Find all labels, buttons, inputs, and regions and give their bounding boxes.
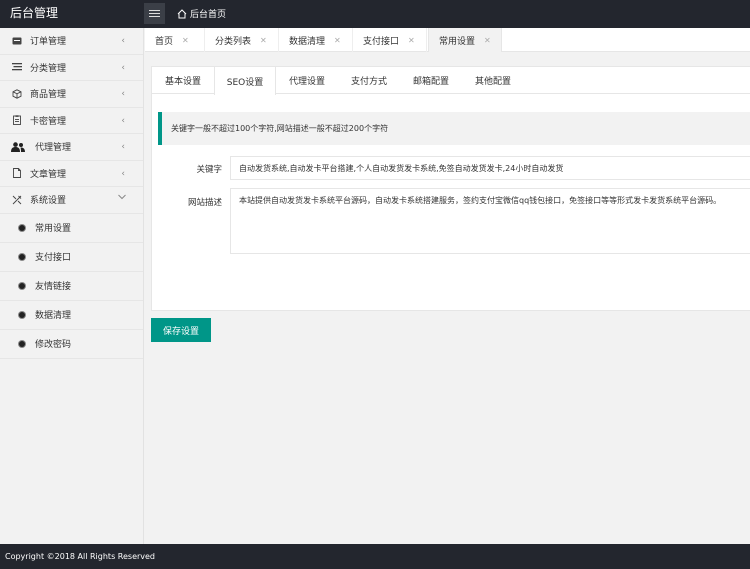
tab-agent-settings[interactable]: 代理设置 <box>276 67 338 94</box>
sidebar-subitem-label: 修改密码 <box>35 340 72 350</box>
home-icon <box>177 8 187 18</box>
tab-label: 数据清理 <box>289 36 326 47</box>
close-icon[interactable]: ✕ <box>484 36 491 45</box>
settings-icon <box>11 194 22 205</box>
subtab-label: 代理设置 <box>288 77 325 87</box>
cube-icon <box>11 88 22 99</box>
keywords-input[interactable]: 自动发货系统,自动发卡平台搭建,个人自动发货发卡系统,免签自动发货发卡,24小时… <box>230 156 750 180</box>
sidebar-item-label: 分类管理 <box>30 63 67 74</box>
chevron-left-icon: ‹ <box>121 89 125 99</box>
tab-data-cleanup[interactable]: 数据清理 ✕ <box>279 28 353 52</box>
description-value: 本站提供自动发货发卡系统平台源码，自动发卡系统搭建服务，签约支付宝微信qq钱包接… <box>239 196 722 205</box>
home-link-label: 后台首页 <box>190 10 227 20</box>
close-icon[interactable]: ✕ <box>408 36 415 45</box>
sidebar-subitem-label: 常用设置 <box>35 224 72 234</box>
sidebar-subitem-links[interactable]: 友情链接 <box>0 272 143 301</box>
save-button[interactable]: 保存设置 <box>151 318 211 342</box>
close-icon[interactable]: ✕ <box>182 36 189 45</box>
sidebar-item-products[interactable]: 商品管理 ‹ <box>0 81 143 108</box>
keywords-label: 关键字 <box>196 165 222 175</box>
users-icon <box>11 141 25 152</box>
bullet-icon <box>19 282 25 289</box>
sidebar-item-agents[interactable]: 代理管理 ‹ <box>0 134 143 161</box>
tab-label: 分类列表 <box>215 36 252 47</box>
sidebar: 订单管理 ‹ 分类管理 ‹ 商品管理 ‹ 卡密管理 ‹ 代理管理 ‹ 文章管理 … <box>0 28 144 544</box>
sidebar-item-label: 代理管理 <box>35 143 72 154</box>
tab-email-config[interactable]: 邮箱配置 <box>400 67 462 94</box>
chevron-left-icon: ‹ <box>121 62 125 73</box>
notice-banner: 关键字一般不超过100个字符,网站描述一般不超过200个字符 <box>158 112 750 145</box>
chevron-down-icon <box>118 193 126 203</box>
tab-label: 支付接口 <box>363 36 400 47</box>
subtab-label: 基本设置 <box>164 77 201 87</box>
chevron-left-icon: ‹ <box>121 142 125 152</box>
card-icon <box>11 115 22 126</box>
bullet-icon <box>19 253 25 260</box>
description-label: 网站描述 <box>187 198 222 208</box>
bullet-icon <box>19 311 25 318</box>
tab-category-list[interactable]: 分类列表 ✕ <box>205 28 279 52</box>
sidebar-subitem-label: 友情链接 <box>35 282 72 292</box>
tab-common-settings[interactable]: 常用设置 ✕ <box>428 28 502 52</box>
description-textarea[interactable]: 本站提供自动发货发卡系统平台源码，自动发卡系统搭建服务，签约支付宝微信qq钱包接… <box>230 188 750 254</box>
hamburger-icon <box>149 9 160 18</box>
sidebar-item-label: 文章管理 <box>30 169 67 180</box>
sidebar-item-articles[interactable]: 文章管理 ‹ <box>0 161 143 187</box>
sidebar-subitem-change-password[interactable]: 修改密码 <box>0 330 143 359</box>
tab-label: 常用设置 <box>439 36 476 47</box>
list-icon <box>11 62 22 73</box>
close-icon[interactable]: ✕ <box>334 36 341 45</box>
sidebar-item-orders[interactable]: 订单管理 ‹ <box>0 28 143 55</box>
subtab-label: SEO设置 <box>226 77 264 88</box>
sidebar-subitem-data-cleanup[interactable]: 数据清理 <box>0 301 143 330</box>
document-icon <box>11 168 22 179</box>
subtab-label: 邮箱配置 <box>412 77 449 87</box>
tab-other-config[interactable]: 其他配置 <box>462 67 524 94</box>
settings-card: 基本设置 SEO设置 代理设置 支付方式 邮箱配置 其他配置 关键字一般不超过1… <box>151 66 750 311</box>
sidebar-item-label: 卡密管理 <box>30 116 67 127</box>
notice-text: 关键字一般不超过100个字符,网站描述一般不超过200个字符 <box>171 124 389 133</box>
tab-payment-methods[interactable]: 支付方式 <box>338 67 400 94</box>
sidebar-item-categories[interactable]: 分类管理 ‹ <box>0 55 143 81</box>
sidebar-item-system-settings[interactable]: 系统设置 <box>0 187 143 214</box>
page-tab-bar: 首页 ✕ 分类列表 ✕ 数据清理 ✕ 支付接口 ✕ 常用设置 ✕ <box>145 28 750 52</box>
sidebar-item-label: 订单管理 <box>30 37 67 48</box>
main-content: 基本设置 SEO设置 代理设置 支付方式 邮箱配置 其他配置 关键字一般不超过1… <box>145 53 750 544</box>
sidebar-subitem-payment[interactable]: 支付接口 <box>0 243 143 272</box>
chevron-left-icon: ‹ <box>121 36 125 46</box>
chevron-left-icon: ‹ <box>121 168 125 179</box>
close-icon[interactable]: ✕ <box>260 36 267 45</box>
tab-seo-settings[interactable]: SEO设置 <box>214 67 276 95</box>
footer: Copyright ©2018 All Rights Reserved <box>0 544 750 569</box>
order-icon <box>11 35 22 46</box>
sidebar-item-label: 商品管理 <box>30 90 67 101</box>
sidebar-subitem-label: 支付接口 <box>35 253 72 263</box>
chevron-left-icon: ‹ <box>121 115 125 126</box>
subtab-label: 其他配置 <box>474 77 511 87</box>
tab-payment[interactable]: 支付接口 ✕ <box>353 28 427 52</box>
sidebar-subitem-common-settings[interactable]: 常用设置 <box>0 214 143 243</box>
bullet-icon <box>19 224 25 231</box>
keywords-value: 自动发货系统,自动发卡平台搭建,个人自动发货发卡系统,免签自动发货发卡,24小时… <box>239 163 564 173</box>
bullet-icon <box>19 340 25 347</box>
menu-toggle-button[interactable] <box>144 3 165 24</box>
sidebar-item-cards[interactable]: 卡密管理 ‹ <box>0 108 143 134</box>
settings-tab-bar: 基本设置 SEO设置 代理设置 支付方式 邮箱配置 其他配置 <box>152 67 750 95</box>
sidebar-item-label: 系统设置 <box>30 196 67 207</box>
sidebar-subitem-label: 数据清理 <box>35 311 72 321</box>
copyright-text: Copyright ©2018 All Rights Reserved <box>5 552 156 561</box>
tab-home[interactable]: 首页 ✕ <box>145 28 205 52</box>
home-link[interactable]: 后台首页 <box>177 7 226 20</box>
top-bar: 后台管理 后台首页 <box>0 0 750 28</box>
subtab-label: 支付方式 <box>350 77 387 87</box>
tab-basic-settings[interactable]: 基本设置 <box>152 67 214 94</box>
tab-label: 首页 <box>155 36 174 47</box>
app-logo[interactable]: 后台管理 <box>10 4 58 21</box>
